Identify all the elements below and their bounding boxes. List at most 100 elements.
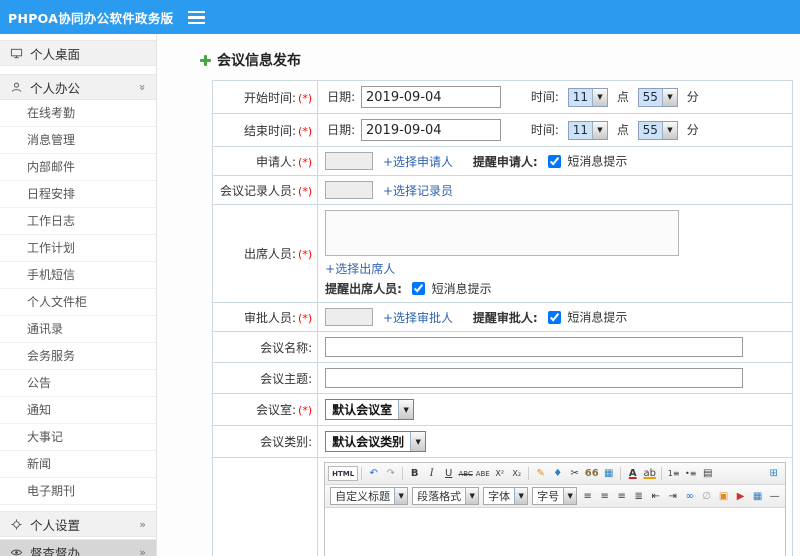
align-left-icon[interactable]: ≡ <box>579 488 596 505</box>
meeting-form: 开始时间:(*) 日期: 时间: 11▼ 点 55▼ 分 结束时间:(*) 日期 <box>211 80 794 556</box>
font-size-select[interactable]: 字号 ▼ <box>532 487 578 505</box>
table-icon[interactable]: ▦ <box>749 488 766 505</box>
chevron-down-icon: ▼ <box>514 488 528 504</box>
attendees-textarea[interactable] <box>325 210 680 256</box>
underline-icon[interactable]: U <box>440 465 457 482</box>
required-mark: (*) <box>298 404 313 417</box>
blockquote-icon[interactable]: 66 <box>583 465 600 482</box>
sidebar-item[interactable]: 电子期刊 <box>0 478 156 505</box>
heading-select[interactable]: 自定义标题 ▼ <box>330 487 409 505</box>
paste-icon[interactable]: ▤ <box>699 465 716 482</box>
sidebar-item[interactable]: 消息管理 <box>0 127 156 154</box>
sidebar-item[interactable]: 工作日志 <box>0 208 156 235</box>
row-meeting-name: 会议名称: <box>211 331 794 363</box>
end-hour-select[interactable]: 11 ▼ <box>567 120 608 140</box>
unlink-icon[interactable]: ∅ <box>698 488 715 505</box>
sidebar-item[interactable]: 新闻 <box>0 451 156 478</box>
editor-body[interactable] <box>325 508 786 556</box>
select-applicant-link[interactable]: +选择申请人 <box>383 155 453 169</box>
sidebar-item-settings[interactable]: 个人设置 » <box>0 511 156 537</box>
sidebar-item[interactable]: 在线考勤 <box>0 100 156 127</box>
sidebar-item[interactable]: 内部邮件 <box>0 154 156 181</box>
start-date-input[interactable] <box>361 86 502 108</box>
applicant-input[interactable] <box>325 152 374 170</box>
field-label: 结束时间: <box>244 123 297 138</box>
hamburger-menu-icon[interactable] <box>188 10 205 24</box>
time-label: 时间: <box>530 89 559 104</box>
cut-icon[interactable]: ✂ <box>566 465 583 482</box>
indent-icon[interactable]: ⇥ <box>664 488 681 505</box>
approver-input[interactable] <box>325 308 374 326</box>
meeting-category-select[interactable]: 默认会议类别 ▼ <box>325 431 427 452</box>
sidebar-item[interactable]: 通讯录 <box>0 316 156 343</box>
strikethrough-icon[interactable]: ABC <box>457 465 474 482</box>
field-label: 出席人员: <box>244 247 297 261</box>
select-attendees-link[interactable]: +选择出席人 <box>325 262 395 276</box>
meeting-topic-input[interactable] <box>325 368 744 388</box>
align-right-icon[interactable]: ≡ <box>613 488 630 505</box>
undo-icon[interactable]: ↶ <box>365 465 382 482</box>
align-center-icon[interactable]: ≡ <box>596 488 613 505</box>
sidebar-item[interactable]: 个人文件柜 <box>0 289 156 316</box>
attendees-sms-checkbox[interactable] <box>411 282 425 295</box>
sidebar-item-label: 个人办公 <box>30 80 81 96</box>
format-painter-icon[interactable]: ✎ <box>532 465 549 482</box>
desktop-icon <box>10 47 23 60</box>
sidebar-item[interactable]: 工作计划 <box>0 235 156 262</box>
end-date-input[interactable] <box>361 119 502 141</box>
field-label: 开始时间: <box>244 90 297 105</box>
sidebar-item-supervise[interactable]: 督查督办 » <box>0 539 156 556</box>
sidebar-item[interactable]: 大事记 <box>0 424 156 451</box>
eraser-icon[interactable]: ♦ <box>549 465 566 482</box>
minute-unit-label: 分 <box>686 89 699 104</box>
sidebar-item[interactable]: 日程安排 <box>0 181 156 208</box>
row-end-time: 结束时间:(*) 日期: 时间: 11▼ 点 55▼ 分 <box>211 113 794 147</box>
start-minute-select[interactable]: 55 ▼ <box>637 87 678 107</box>
remove-format-icon[interactable]: ABE <box>474 465 491 482</box>
html-source-button[interactable]: HTML <box>328 466 359 481</box>
ordered-list-icon[interactable]: 1≡ <box>665 465 682 482</box>
start-hour-select[interactable]: 11 ▼ <box>567 87 608 107</box>
chevron-down-icon: ▼ <box>410 432 426 451</box>
recorder-input[interactable] <box>325 181 374 199</box>
select-recorder-link[interactable]: +选择记录员 <box>383 184 453 198</box>
highlight-color-icon[interactable]: ab <box>641 465 658 482</box>
sidebar-item[interactable]: 公告 <box>0 370 156 397</box>
select-approver-link[interactable]: +选择审批人 <box>383 311 453 325</box>
bold-icon[interactable]: B <box>406 465 423 482</box>
font-color-icon[interactable]: A <box>624 465 641 482</box>
sidebar-item[interactable]: 手机短信 <box>0 262 156 289</box>
superscript-icon[interactable]: X² <box>491 465 508 482</box>
align-justify-icon[interactable]: ≣ <box>630 488 647 505</box>
link-icon[interactable]: ∞ <box>681 488 698 505</box>
media-icon[interactable]: ▶ <box>732 488 749 505</box>
paragraph-format-select[interactable]: 段落格式 ▼ <box>412 487 480 505</box>
italic-icon[interactable]: I <box>423 465 440 482</box>
chevron-right-icon: » <box>139 545 146 556</box>
redo-icon[interactable]: ↷ <box>382 465 399 482</box>
meeting-room-select[interactable]: 默认会议室 ▼ <box>325 399 415 420</box>
meeting-name-input[interactable] <box>325 337 744 357</box>
unordered-list-icon[interactable]: •≡ <box>682 465 699 482</box>
editor-toolbar-row2: 自定义标题▼ 段落格式▼ 字体▼ 字号▼ ≡ ≡ ≡ ≣ ⇤ ⇥ ∞ ∅ <box>325 485 786 508</box>
fullscreen-icon[interactable]: ⊞ <box>765 465 782 482</box>
sidebar-item-label: 个人桌面 <box>30 46 81 62</box>
outdent-icon[interactable]: ⇤ <box>647 488 664 505</box>
row-meeting-topic: 会议主题: <box>211 362 794 394</box>
sms-hint-label: 短消息提示 <box>567 154 628 169</box>
subscript-icon[interactable]: X₂ <box>508 465 525 482</box>
applicant-sms-checkbox[interactable] <box>547 154 561 168</box>
end-minute-select[interactable]: 55 ▼ <box>637 120 678 140</box>
insert-date-icon[interactable]: ▦ <box>600 465 617 482</box>
chevron-down-icon: ▼ <box>465 488 479 504</box>
sidebar-item-office[interactable]: 个人办公 » <box>0 74 156 100</box>
sidebar-item[interactable]: 通知 <box>0 397 156 424</box>
hr-icon[interactable]: — <box>766 488 783 505</box>
image-icon[interactable]: ▣ <box>715 488 732 505</box>
font-family-select[interactable]: 字体 ▼ <box>483 487 529 505</box>
sidebar-item[interactable]: 会务服务 <box>0 343 156 370</box>
sidebar-item-desktop[interactable]: 个人桌面 <box>0 40 156 66</box>
page-title-row: 会议信息发布 <box>199 50 800 70</box>
time-label: 时间: <box>530 122 559 137</box>
approver-sms-checkbox[interactable] <box>547 310 561 324</box>
